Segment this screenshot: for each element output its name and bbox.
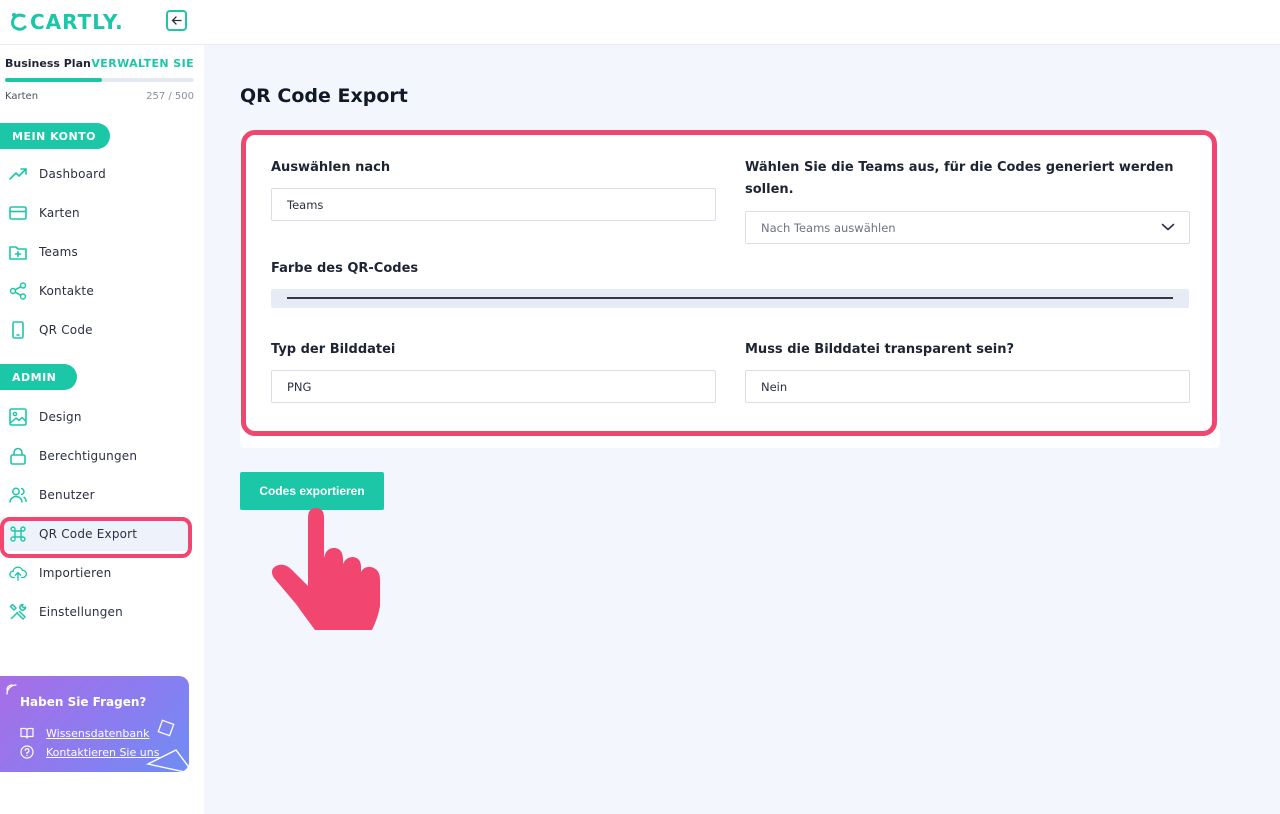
qr-color-label: Farbe des QR-Codes (271, 261, 419, 276)
book-open-icon (20, 726, 34, 740)
smartphone-icon (9, 321, 27, 339)
sidebar-item-label: Dashboard (39, 167, 106, 181)
sidebar-item-berechtigungen[interactable]: Berechtigungen (0, 439, 190, 473)
teams-select-placeholder: Nach Teams auswählen (761, 220, 896, 235)
plan-usage-bar (5, 78, 194, 82)
sidebar-item-kontakte[interactable]: Kontakte (0, 274, 190, 308)
active-item-highlight (0, 517, 192, 558)
top-bar: CARTLY. (0, 0, 1280, 45)
pointing-hand-icon (271, 508, 380, 630)
decorative-shapes-icon (145, 719, 189, 772)
share-icon (9, 282, 27, 300)
plan-row: Business Plan VERWALTEN SIE (5, 57, 194, 70)
help-title: Haben Sie Fragen? (20, 695, 147, 709)
upload-cloud-icon (9, 564, 27, 582)
chevron-down-icon (1161, 223, 1175, 231)
cartly-logo[interactable]: CARTLY. (10, 8, 124, 36)
sidebar: Business Plan VERWALTEN SIE Karten 257 /… (0, 45, 204, 814)
folder-plus-icon (9, 243, 27, 261)
help-card: Haben Sie Fragen? Wissensdatenbank Konta… (0, 676, 189, 772)
select-by-label: Auswählen nach (271, 160, 391, 175)
sidebar-item-label: Design (39, 410, 82, 424)
sidebar-item-teams[interactable]: Teams (0, 235, 190, 269)
sidebar-item-label: Kontakte (39, 284, 94, 298)
sidebar-item-importieren[interactable]: Importieren (0, 556, 190, 590)
users-icon (9, 486, 27, 504)
select-by-field[interactable]: Teams (271, 188, 716, 221)
section-admin: ADMIN (0, 364, 77, 390)
sidebar-item-label: Teams (39, 245, 78, 259)
qr-color-swatch (287, 297, 1173, 299)
help-circle-icon (20, 745, 34, 759)
filetype-field[interactable]: PNG (271, 370, 716, 403)
lock-icon (9, 447, 27, 465)
sidebar-item-label: QR Code (39, 323, 93, 337)
transparent-label: Muss die Bilddatei transparent sein? (745, 342, 1015, 357)
qr-color-picker[interactable] (271, 289, 1189, 308)
knowledge-base-link[interactable]: Wissensdatenbank (20, 726, 149, 740)
sidebar-item-label: Einstellungen (39, 605, 123, 619)
credit-card-icon (9, 204, 27, 222)
teams-select[interactable]: Nach Teams auswählen (745, 211, 1190, 244)
trending-up-icon (9, 165, 27, 183)
sidebar-item-dashboard[interactable]: Dashboard (0, 157, 190, 191)
export-codes-button[interactable]: Codes exportieren (240, 472, 384, 510)
plan-usage-fill (5, 78, 103, 82)
sidebar-item-qr-code[interactable]: QR Code (0, 313, 190, 347)
sidebar-item-karten[interactable]: Karten (0, 196, 190, 230)
logo-mark-icon (11, 13, 27, 31)
plan-name: Business Plan (5, 57, 91, 70)
filetype-label: Typ der Bilddatei (271, 342, 396, 357)
arrow-left-icon (171, 16, 182, 25)
contact-us-label: Kontaktieren Sie uns (46, 745, 160, 759)
sidebar-item-label: Importieren (39, 566, 112, 580)
page-title: QR Code Export (240, 85, 408, 107)
manage-plan-link[interactable]: VERWALTEN SIE (91, 57, 194, 70)
collapse-sidebar-button[interactable] (166, 10, 187, 31)
knowledge-base-label: Wissensdatenbank (46, 726, 150, 740)
plan-usage: Karten 257 / 500 (5, 91, 194, 102)
sidebar-item-label: Karten (39, 206, 80, 220)
section-my-account: MEIN KONTO (0, 123, 110, 149)
sidebar-item-einstellungen[interactable]: Einstellungen (0, 595, 190, 629)
sidebar-item-benutzer[interactable]: Benutzer (0, 478, 190, 512)
sidebar-item-label: Benutzer (39, 488, 95, 502)
teams-select-label: Wählen Sie die Teams aus, für die Codes … (745, 160, 1174, 197)
sidebar-item-label: Berechtigungen (39, 449, 138, 463)
transparent-field[interactable]: Nein (745, 370, 1190, 403)
logo-text: CARTLY. (30, 10, 124, 34)
tools-icon (9, 603, 27, 621)
contact-us-link[interactable]: Kontaktieren Sie uns (20, 745, 159, 759)
sidebar-item-design[interactable]: Design (0, 400, 190, 434)
plan-usage-label: Karten (5, 91, 39, 102)
plan-usage-count: 257 / 500 (146, 91, 194, 102)
image-icon (9, 408, 27, 426)
